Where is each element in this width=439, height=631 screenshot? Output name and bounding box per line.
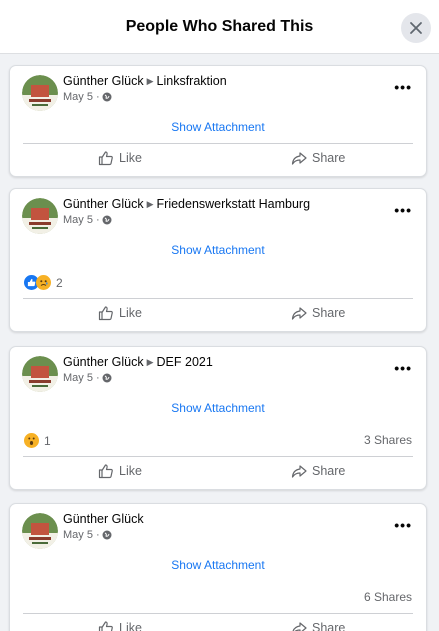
share-label: Share (312, 621, 346, 631)
shares-count[interactable]: 3 Shares (364, 433, 412, 447)
share-label: Share (312, 306, 346, 320)
card-header: Günther Glück ▶ Linksfraktion May 5 · ••• (10, 66, 426, 111)
share-card: Günther Glück ▶ Linksfraktion May 5 · ••• … (9, 65, 427, 177)
dialog-title: People Who Shared This (125, 17, 314, 35)
like-button[interactable]: Like (98, 463, 142, 479)
share-arrow-icon (292, 622, 307, 631)
reactions-summary[interactable]: 1 (24, 433, 51, 448)
divider (23, 456, 413, 457)
author-name[interactable]: Günther Glück (63, 197, 144, 211)
globe-icon (102, 373, 112, 383)
divider (23, 613, 413, 614)
like-label: Like (119, 621, 142, 631)
show-attachment-link[interactable]: Show Attachment (10, 120, 426, 134)
arrow-right-icon: ▶ (146, 357, 154, 367)
arrow-right-icon: ▶ (146, 76, 154, 86)
shares-count[interactable]: 6 Shares (364, 590, 412, 604)
reaction-count: 2 (56, 275, 63, 290)
date-text[interactable]: May 5 · (63, 91, 100, 103)
like-label: Like (119, 306, 142, 320)
card-header: Günther Glück ▶ Friedenswerkstatt Hamburg … (10, 189, 426, 234)
date-text[interactable]: May 5 · (63, 214, 100, 226)
show-attachment-link[interactable]: Show Attachment (10, 558, 426, 572)
target-group[interactable]: Linksfraktion (157, 74, 227, 88)
shares-dialog: People Who Shared This Günther Glück ▶ Lin… (0, 0, 439, 631)
author-line: Günther Glück ▶ Friedenswerkstatt Hamburg (63, 197, 310, 211)
divider (23, 143, 413, 144)
avatar[interactable] (22, 75, 58, 111)
share-label: Share (312, 464, 346, 478)
more-options-icon[interactable]: ••• (394, 79, 412, 95)
like-button[interactable]: Like (98, 305, 142, 321)
like-label: Like (119, 151, 142, 165)
thumbs-up-icon (98, 151, 113, 166)
more-options-icon[interactable]: ••• (394, 517, 412, 533)
share-arrow-icon (291, 307, 307, 320)
close-icon (410, 22, 422, 34)
globe-icon (102, 215, 112, 225)
share-button[interactable]: Share (291, 463, 345, 479)
card-header: Günther Glück May 5 · ••• (10, 504, 426, 549)
more-options-icon[interactable]: ••• (394, 360, 412, 376)
more-options-icon[interactable]: ••• (394, 202, 412, 218)
author-name[interactable]: Günther Glück (63, 512, 144, 526)
share-arrow-icon (291, 465, 307, 478)
date-text[interactable]: May 5 · (63, 372, 100, 384)
share-button[interactable]: Share (291, 620, 345, 631)
author-name[interactable]: Günther Glück (63, 74, 144, 88)
thumbs-up-icon (98, 621, 113, 631)
post-date: May 5 · (63, 529, 112, 541)
target-group[interactable]: Friedenswerkstatt Hamburg (157, 197, 311, 211)
post-date: May 5 · (63, 372, 112, 384)
share-button[interactable]: Share (291, 150, 345, 166)
close-button[interactable] (401, 13, 431, 43)
sad-reaction-icon (36, 275, 51, 290)
shares-list[interactable]: Günther Glück ▶ Linksfraktion May 5 · ••• … (0, 55, 439, 631)
reaction-count: 1 (44, 433, 51, 448)
divider (23, 298, 413, 299)
share-card: Günther Glück ▶ Friedenswerkstatt Hamburg … (9, 188, 427, 332)
share-card: Günther Glück May 5 · ••• Show Attachmen… (9, 503, 427, 631)
show-attachment-link[interactable]: Show Attachment (10, 243, 426, 257)
share-arrow-icon (291, 152, 307, 165)
show-attachment-link[interactable]: Show Attachment (10, 401, 426, 415)
dialog-header: People Who Shared This (0, 0, 439, 54)
like-button[interactable]: Like (98, 150, 142, 166)
author-line: Günther Glück ▶ Linksfraktion (63, 74, 227, 88)
avatar[interactable] (22, 198, 58, 234)
card-header: Günther Glück ▶ DEF 2021 May 5 · ••• (10, 347, 426, 392)
like-label: Like (119, 464, 142, 478)
author-name[interactable]: Günther Glück (63, 355, 144, 369)
arrow-right-icon: ▶ (146, 199, 154, 209)
share-label: Share (312, 151, 346, 165)
reactions-summary[interactable]: 2 (24, 275, 63, 290)
share-card: Günther Glück ▶ DEF 2021 May 5 · ••• Show … (9, 346, 427, 490)
globe-icon (102, 92, 112, 102)
post-date: May 5 · (63, 91, 112, 103)
like-button[interactable]: Like (98, 620, 142, 631)
share-button[interactable]: Share (291, 305, 345, 321)
avatar[interactable] (22, 356, 58, 392)
date-text[interactable]: May 5 · (63, 529, 100, 541)
author-line: Günther Glück (63, 512, 144, 526)
wow-reaction-icon (24, 433, 39, 448)
globe-icon (102, 530, 112, 540)
avatar[interactable] (22, 513, 58, 549)
target-group[interactable]: DEF 2021 (157, 355, 213, 369)
author-line: Günther Glück ▶ DEF 2021 (63, 355, 213, 369)
post-date: May 5 · (63, 214, 112, 226)
thumbs-up-icon (98, 464, 113, 479)
thumbs-up-icon (98, 306, 113, 321)
